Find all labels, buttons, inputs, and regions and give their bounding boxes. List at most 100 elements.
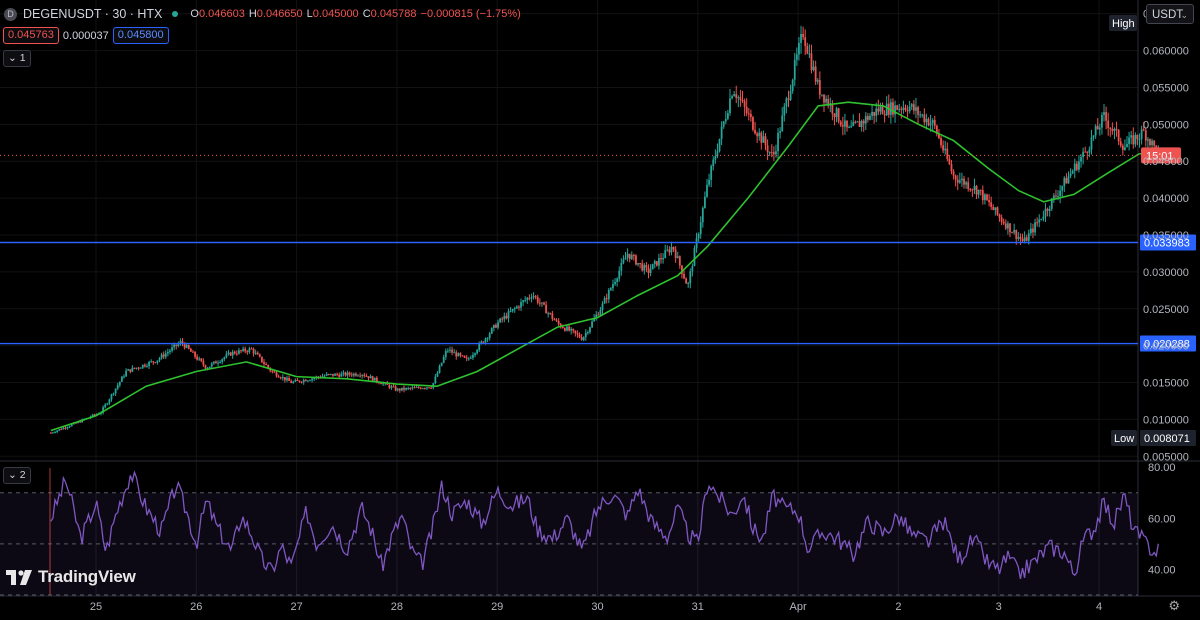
candle-down bbox=[818, 79, 821, 95]
pane-2-collapse-button[interactable]: ⌄ 2 bbox=[3, 467, 31, 484]
candle-up bbox=[526, 297, 529, 300]
candle-down bbox=[597, 314, 600, 316]
candle-up bbox=[499, 318, 502, 323]
candle-up bbox=[148, 361, 150, 367]
candle-down bbox=[152, 361, 155, 363]
candle-up bbox=[1029, 228, 1032, 234]
candle-up bbox=[821, 94, 823, 96]
candle-up bbox=[860, 120, 863, 128]
open-value: 0.046603 bbox=[198, 8, 245, 20]
price-tick-label: 0.055000 bbox=[1143, 82, 1189, 94]
candle-down bbox=[196, 356, 199, 360]
low-value: 0.045000 bbox=[312, 8, 359, 20]
candle-up bbox=[599, 310, 602, 315]
candle-up bbox=[54, 432, 56, 434]
candle-up bbox=[1098, 127, 1101, 130]
chart-area[interactable]: 0.0339830.02028815:010.0650000.0600000.0… bbox=[0, 0, 1200, 615]
candle-down bbox=[545, 304, 547, 314]
candle-up bbox=[156, 360, 159, 363]
candle-up bbox=[357, 375, 359, 377]
price-tick-label: 0.010000 bbox=[1143, 414, 1189, 426]
candle-up bbox=[1013, 229, 1016, 233]
candle-up bbox=[390, 386, 393, 388]
candle-up bbox=[436, 372, 439, 377]
candle-down bbox=[1046, 208, 1049, 211]
candle-up bbox=[812, 66, 815, 71]
candle-down bbox=[668, 249, 671, 253]
candle-up bbox=[484, 338, 487, 343]
time-tick-label: 4 bbox=[1096, 601, 1102, 613]
buy-price-button[interactable]: 0.045800 bbox=[112, 27, 169, 44]
sell-price-button[interactable]: 0.045763 bbox=[3, 27, 59, 44]
candle-down bbox=[940, 138, 942, 146]
candle-up bbox=[758, 132, 761, 137]
candle-up bbox=[515, 306, 518, 309]
symbol-title[interactable]: DEGENUSDT · 30 · HTX bbox=[23, 7, 162, 21]
candle-down bbox=[1107, 120, 1110, 128]
candle-down bbox=[1117, 129, 1120, 142]
candle-down bbox=[1019, 236, 1022, 239]
candle-down bbox=[194, 351, 196, 357]
candle-up bbox=[1042, 216, 1045, 219]
candle-up bbox=[62, 427, 65, 430]
candle-down bbox=[810, 53, 813, 71]
candle-up bbox=[492, 324, 495, 329]
candle-down bbox=[1149, 139, 1151, 146]
candle-up bbox=[864, 116, 867, 124]
candle-down bbox=[543, 302, 545, 305]
symbol-legend: D DEGENUSDT · 30 · HTX O0.046603 H0.0466… bbox=[4, 6, 521, 22]
candle-down bbox=[246, 351, 249, 353]
candle-down bbox=[749, 114, 752, 118]
candle-up bbox=[793, 59, 796, 80]
candle-down bbox=[912, 104, 915, 111]
candle-up bbox=[768, 152, 771, 154]
spread-value: 0.000037 bbox=[62, 29, 109, 42]
currency-button[interactable]: USDT ⌄ bbox=[1146, 4, 1194, 24]
candle-down bbox=[355, 373, 357, 376]
candle-up bbox=[449, 349, 451, 351]
candle-up bbox=[106, 403, 109, 405]
candle-down bbox=[685, 278, 687, 284]
price-tick-label: 0.050000 bbox=[1143, 119, 1189, 131]
candle-down bbox=[678, 256, 681, 266]
candle-up bbox=[637, 262, 639, 265]
candle-down bbox=[632, 255, 635, 257]
candle-up bbox=[1057, 195, 1059, 197]
candle-down bbox=[1021, 238, 1024, 242]
candle-up bbox=[104, 404, 107, 408]
candle-down bbox=[969, 189, 972, 191]
candle-down bbox=[756, 133, 759, 137]
candle-up bbox=[670, 246, 673, 253]
candle-up bbox=[225, 354, 228, 358]
candle-up bbox=[929, 123, 932, 126]
candle-down bbox=[772, 152, 775, 155]
candle-up bbox=[221, 359, 224, 362]
candle-up bbox=[407, 387, 410, 389]
candle-down bbox=[461, 355, 464, 357]
rsi-tick-label: 80.00 bbox=[1148, 462, 1176, 474]
candle-down bbox=[933, 120, 936, 126]
candle-down bbox=[862, 120, 865, 124]
candle-up bbox=[910, 104, 913, 107]
chart-svg[interactable]: 0.0339830.02028815:010.0650000.0600000.0… bbox=[0, 0, 1200, 615]
candle-down bbox=[568, 326, 570, 331]
candle-down bbox=[192, 351, 194, 353]
candle-up bbox=[1134, 134, 1137, 145]
settings-gear-icon[interactable]: ⚙ bbox=[1168, 598, 1180, 614]
candle-down bbox=[1036, 222, 1039, 224]
time-tick-label: Apr bbox=[790, 601, 807, 613]
candle-up bbox=[919, 114, 922, 116]
candle-up bbox=[340, 373, 343, 377]
candle-up bbox=[1017, 236, 1020, 239]
candle-down bbox=[917, 107, 919, 115]
pane-1-collapse-button[interactable]: ⌄ 1 bbox=[3, 50, 31, 67]
candle-up bbox=[1094, 126, 1097, 136]
candle-down bbox=[482, 341, 485, 343]
candle-up bbox=[961, 178, 963, 181]
moving-average-line bbox=[50, 101, 1160, 432]
tradingview-logo[interactable]: TradingView bbox=[6, 567, 136, 587]
candle-up bbox=[1023, 237, 1026, 242]
candle-up bbox=[1088, 149, 1091, 153]
candle-up bbox=[325, 374, 328, 376]
candle-up bbox=[984, 194, 986, 201]
